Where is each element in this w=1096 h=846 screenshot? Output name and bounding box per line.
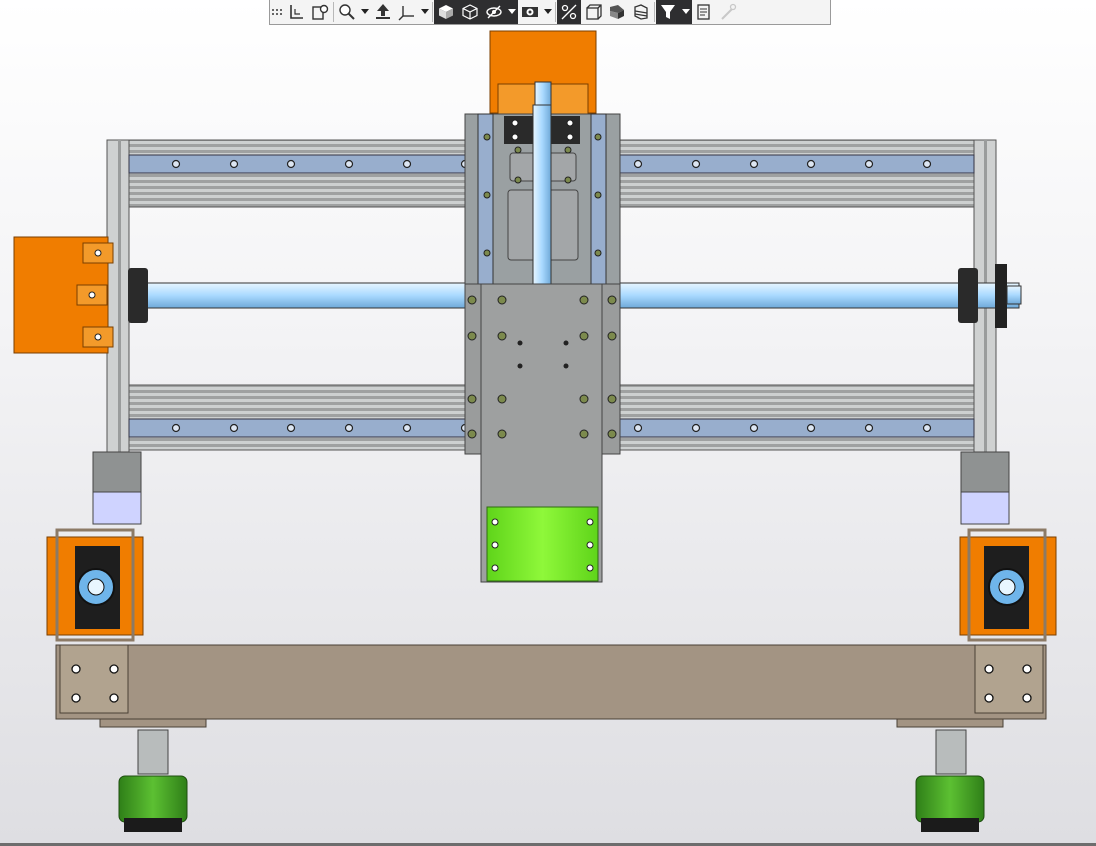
right-leveling-foot[interactable] (915, 729, 985, 832)
spindle-clamp[interactable] (486, 506, 599, 582)
cad-viewport[interactable] (0, 0, 1096, 846)
cnc-machine-model[interactable] (0, 0, 1096, 846)
left-leveling-foot[interactable] (118, 729, 188, 832)
left-frame-post[interactable] (106, 139, 130, 453)
z-carriage[interactable] (464, 104, 621, 286)
base-beam[interactable] (55, 644, 1047, 728)
left-y-block[interactable] (46, 451, 144, 642)
right-y-block[interactable] (959, 451, 1057, 642)
z-motor[interactable] (489, 30, 597, 115)
x-motor[interactable] (13, 236, 114, 354)
